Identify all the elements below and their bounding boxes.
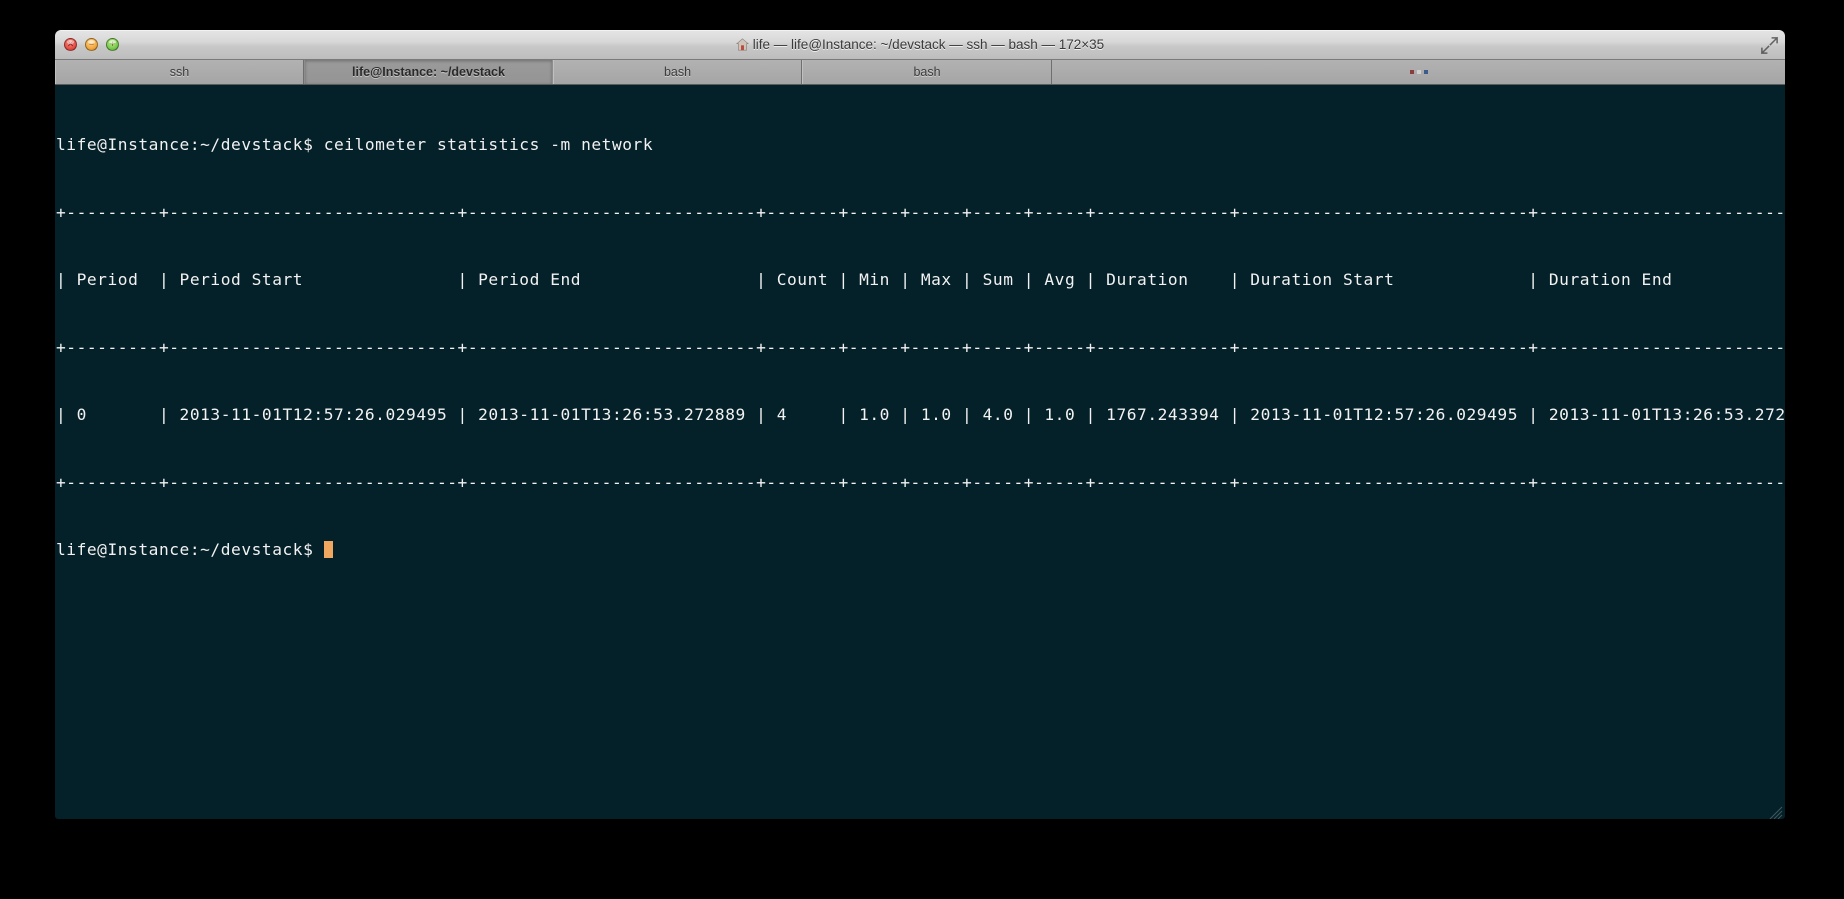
tab-label: ssh	[169, 65, 190, 79]
terminal-command-line: life@Instance:~/devstack$ ceilometer sta…	[56, 135, 654, 154]
terminal-output: life@Instance:~/devstack$ ceilometer sta…	[55, 89, 1785, 607]
terminal-prompt-line: life@Instance:~/devstack$	[56, 539, 1785, 562]
tab-overflow-button[interactable]	[1051, 60, 1785, 84]
tab-bash-2[interactable]: bash	[802, 60, 1051, 84]
tab-bar: ssh life@Instance: ~/devstack bash bash	[55, 60, 1785, 85]
tab-ssh[interactable]: ssh	[55, 60, 304, 84]
table-data-row: | 0 | 2013-11-01T12:57:26.029495 | 2013-…	[56, 405, 1785, 424]
tab-devstack[interactable]: life@Instance: ~/devstack	[304, 60, 553, 84]
terminal-screen[interactable]: life@Instance:~/devstack$ ceilometer sta…	[55, 85, 1785, 819]
window-title: life — life@Instance: ~/devstack — ssh —…	[55, 31, 1785, 59]
overflow-dot-icon	[1416, 70, 1421, 74]
table-header-row: | Period | Period Start | Period End | C…	[56, 270, 1785, 289]
overflow-dot-icon	[1423, 70, 1428, 74]
tab-label: bash	[663, 65, 692, 79]
home-icon	[735, 33, 749, 61]
tab-bash-1[interactable]: bash	[553, 60, 802, 84]
terminal-window: ✕ − + life — life@Instance: ~/devstack —…	[55, 30, 1785, 819]
overflow-dot-icon	[1409, 70, 1414, 74]
window-titlebar[interactable]: ✕ − + life — life@Instance: ~/devstack —…	[55, 30, 1785, 60]
terminal-prompt: life@Instance:~/devstack$	[56, 540, 324, 559]
terminal-cursor	[323, 541, 333, 558]
table-rule-bottom: +---------+----------------------------+…	[56, 472, 1785, 492]
table-rule-middle: +---------+----------------------------+…	[56, 337, 1785, 357]
window-title-text: life — life@Instance: ~/devstack — ssh —…	[752, 37, 1105, 52]
resize-grip[interactable]	[1769, 806, 1783, 819]
tab-label: life@Instance: ~/devstack	[352, 65, 505, 79]
tab-label: bash	[913, 65, 941, 79]
fullscreen-button[interactable]	[1760, 36, 1779, 55]
table-rule-top: +---------+----------------------------+…	[56, 202, 1785, 222]
